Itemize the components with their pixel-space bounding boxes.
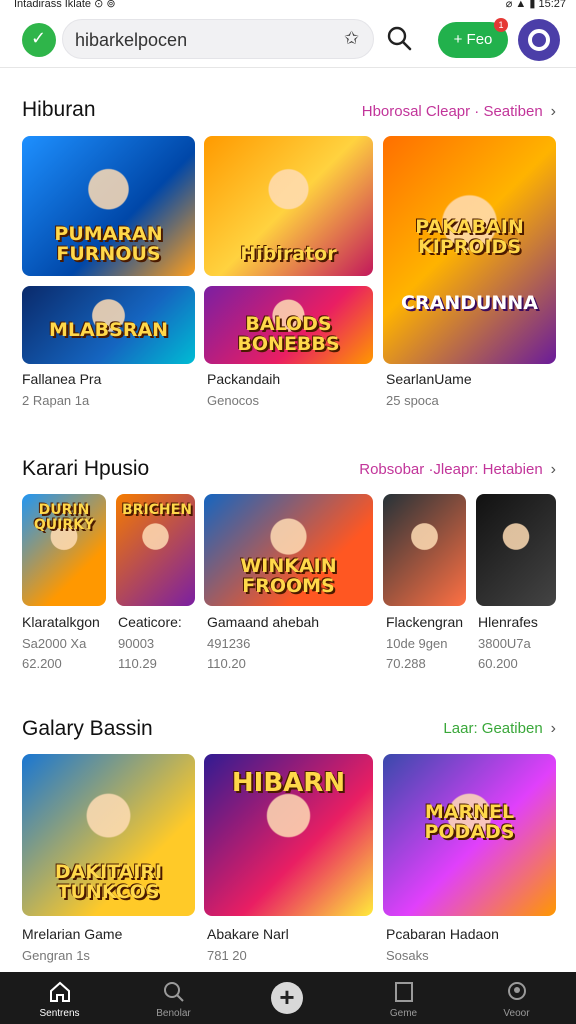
- game-title: Hlenrafes: [478, 614, 538, 630]
- section-title-karari: Karari Hpusio: [22, 457, 150, 480]
- app-logo[interactable]: ✓: [22, 23, 56, 57]
- game-meta: Gengran 1s: [22, 948, 90, 963]
- nav-label: Sentrens: [39, 1008, 80, 1019]
- game-title: Mrelarian Game: [22, 926, 123, 942]
- nav-label: Geme: [389, 1008, 418, 1019]
- sparkle-icon[interactable]: ✩: [344, 28, 359, 49]
- game-meta: 491236: [207, 636, 251, 651]
- plus-icon[interactable]: +: [271, 982, 303, 1014]
- game-meta: 70.288: [386, 656, 426, 671]
- section-see-all-link[interactable]: Hborosal Cleapr · Seatiben ›: [362, 103, 556, 121]
- nav-home[interactable]: Sentrens: [2, 972, 117, 1024]
- card-art-text: Hibirator: [240, 242, 337, 265]
- nav-profile[interactable]: Veoor: [459, 972, 574, 1024]
- status-bar: Intadirass Iklate ⊙ ⊚ ⌀ ▲ ▮ 15:27: [0, 0, 576, 12]
- home-icon: [49, 981, 70, 1002]
- game-title: Packandaih: [207, 371, 281, 387]
- game-meta: 781 20: [207, 948, 247, 963]
- check-icon: ✓: [31, 28, 47, 48]
- card-art-text-2: CRANDUNNA: [401, 291, 538, 314]
- game-meta: 62.200: [22, 656, 62, 671]
- game-meta: 3800U7a: [478, 636, 531, 651]
- game-meta: 110.20: [207, 656, 246, 671]
- nav-label: Veoor: [503, 1008, 530, 1019]
- section-title-hiburan: Hiburan: [22, 98, 96, 121]
- notification-badge: 1: [494, 18, 508, 32]
- card-art-text: BALODS BONEBBS: [237, 312, 340, 355]
- card-art-text: MLABSRAN: [48, 318, 169, 341]
- chevron-right-icon: ›: [550, 461, 556, 478]
- section-link-text: Hborosal Cleapr · Seatiben: [361, 103, 543, 120]
- card-art-text: DAKITAIRI TUNKCOS: [54, 861, 163, 904]
- game-title: Ceaticore:: [118, 614, 182, 630]
- square-icon: [394, 982, 413, 1002]
- search-icon[interactable]: [386, 25, 412, 51]
- game-card[interactable]: DAKITAIRI TUNKCOS: [22, 754, 195, 916]
- game-title: Klaratalkgon: [22, 614, 100, 630]
- card-art-text: HIBARN: [231, 768, 346, 799]
- game-meta: 10de 9gen: [386, 636, 448, 651]
- card-art-text: DURIN QUIRKY: [33, 501, 95, 533]
- game-card[interactable]: MARNEL PODADS: [383, 754, 556, 916]
- top-bar: ✓ hibarkelpocen ✩ + Feo 1: [0, 12, 576, 68]
- search-icon: [163, 982, 184, 1002]
- section-see-all-link[interactable]: Robsobar ·Jleapr: Hetabien ›: [359, 461, 556, 479]
- game-title: Abakare Narl: [207, 926, 289, 942]
- profile-icon: [507, 982, 526, 1000]
- card-art-text: WINKAIN FROOMS: [240, 555, 337, 598]
- status-right-text: ⌀ ▲ ▮ 15:27: [505, 0, 566, 10]
- search-input[interactable]: hibarkelpocen ✩: [62, 19, 374, 59]
- game-title: SearlanUame: [386, 371, 472, 387]
- game-meta: Sosaks: [386, 948, 429, 963]
- game-title: Pcabaran Hadaon: [386, 926, 499, 942]
- game-meta: 90003: [118, 636, 155, 651]
- game-card[interactable]: [476, 494, 556, 606]
- game-meta: 2 Rapan 1a: [22, 393, 90, 408]
- chevron-right-icon: ›: [550, 720, 556, 737]
- chevron-right-icon: ›: [550, 103, 556, 120]
- game-meta: 110.29: [118, 656, 157, 671]
- game-card[interactable]: PAKABAIN KIPROIDS CRANDUNNA: [383, 136, 556, 364]
- game-title: Gamaand ahebah: [207, 614, 320, 630]
- game-card[interactable]: WINKAIN FROOMS: [204, 494, 373, 606]
- card-art-text: PAKABAIN KIPROIDS: [415, 216, 524, 259]
- game-card[interactable]: PUMARAN FURNOUS: [22, 136, 195, 276]
- game-meta: Genocos: [207, 393, 260, 408]
- game-meta: 60.200: [478, 656, 518, 671]
- game-title: Fallanea Pra: [22, 371, 102, 387]
- game-card[interactable]: DURIN QUIRKY: [22, 494, 106, 606]
- section-link-text: Laar: Geatiben: [443, 720, 543, 737]
- card-art-text: PUMARAN FURNOUS: [54, 222, 163, 265]
- game-title: Flackengran: [386, 614, 464, 630]
- game-meta: 25 spoca: [386, 393, 439, 408]
- section-title-galary: Galary Bassin: [22, 717, 153, 740]
- section-link-text: Robsobar ·Jleapr: Hetabien: [359, 461, 543, 478]
- card-art-text: MARNEL PODADS: [424, 800, 515, 843]
- card-art-text: BRICHEN: [122, 501, 192, 518]
- game-meta: Sa2000 Xa: [22, 636, 87, 651]
- nav-game[interactable]: Geme: [346, 972, 461, 1024]
- nav-search[interactable]: Benolar: [116, 972, 231, 1024]
- section-see-all-link[interactable]: Laar: Geatiben ›: [443, 720, 556, 738]
- game-card[interactable]: MLABSRAN: [22, 286, 195, 364]
- game-card[interactable]: BRICHEN: [116, 494, 195, 606]
- game-card[interactable]: [383, 494, 466, 606]
- game-card[interactable]: HIBARN: [204, 754, 373, 916]
- nav-label: Benolar: [156, 1008, 191, 1019]
- game-card[interactable]: Hibirator: [204, 136, 373, 276]
- search-query: hibarkelpocen: [75, 30, 188, 50]
- profile-avatar[interactable]: [518, 19, 560, 61]
- bottom-navigation: Sentrens Benolar + Geme Veoor: [0, 972, 576, 1024]
- game-card[interactable]: BALODS BONEBBS: [204, 286, 373, 364]
- status-left-text: Intadirass Iklate ⊙ ⊚: [14, 0, 116, 10]
